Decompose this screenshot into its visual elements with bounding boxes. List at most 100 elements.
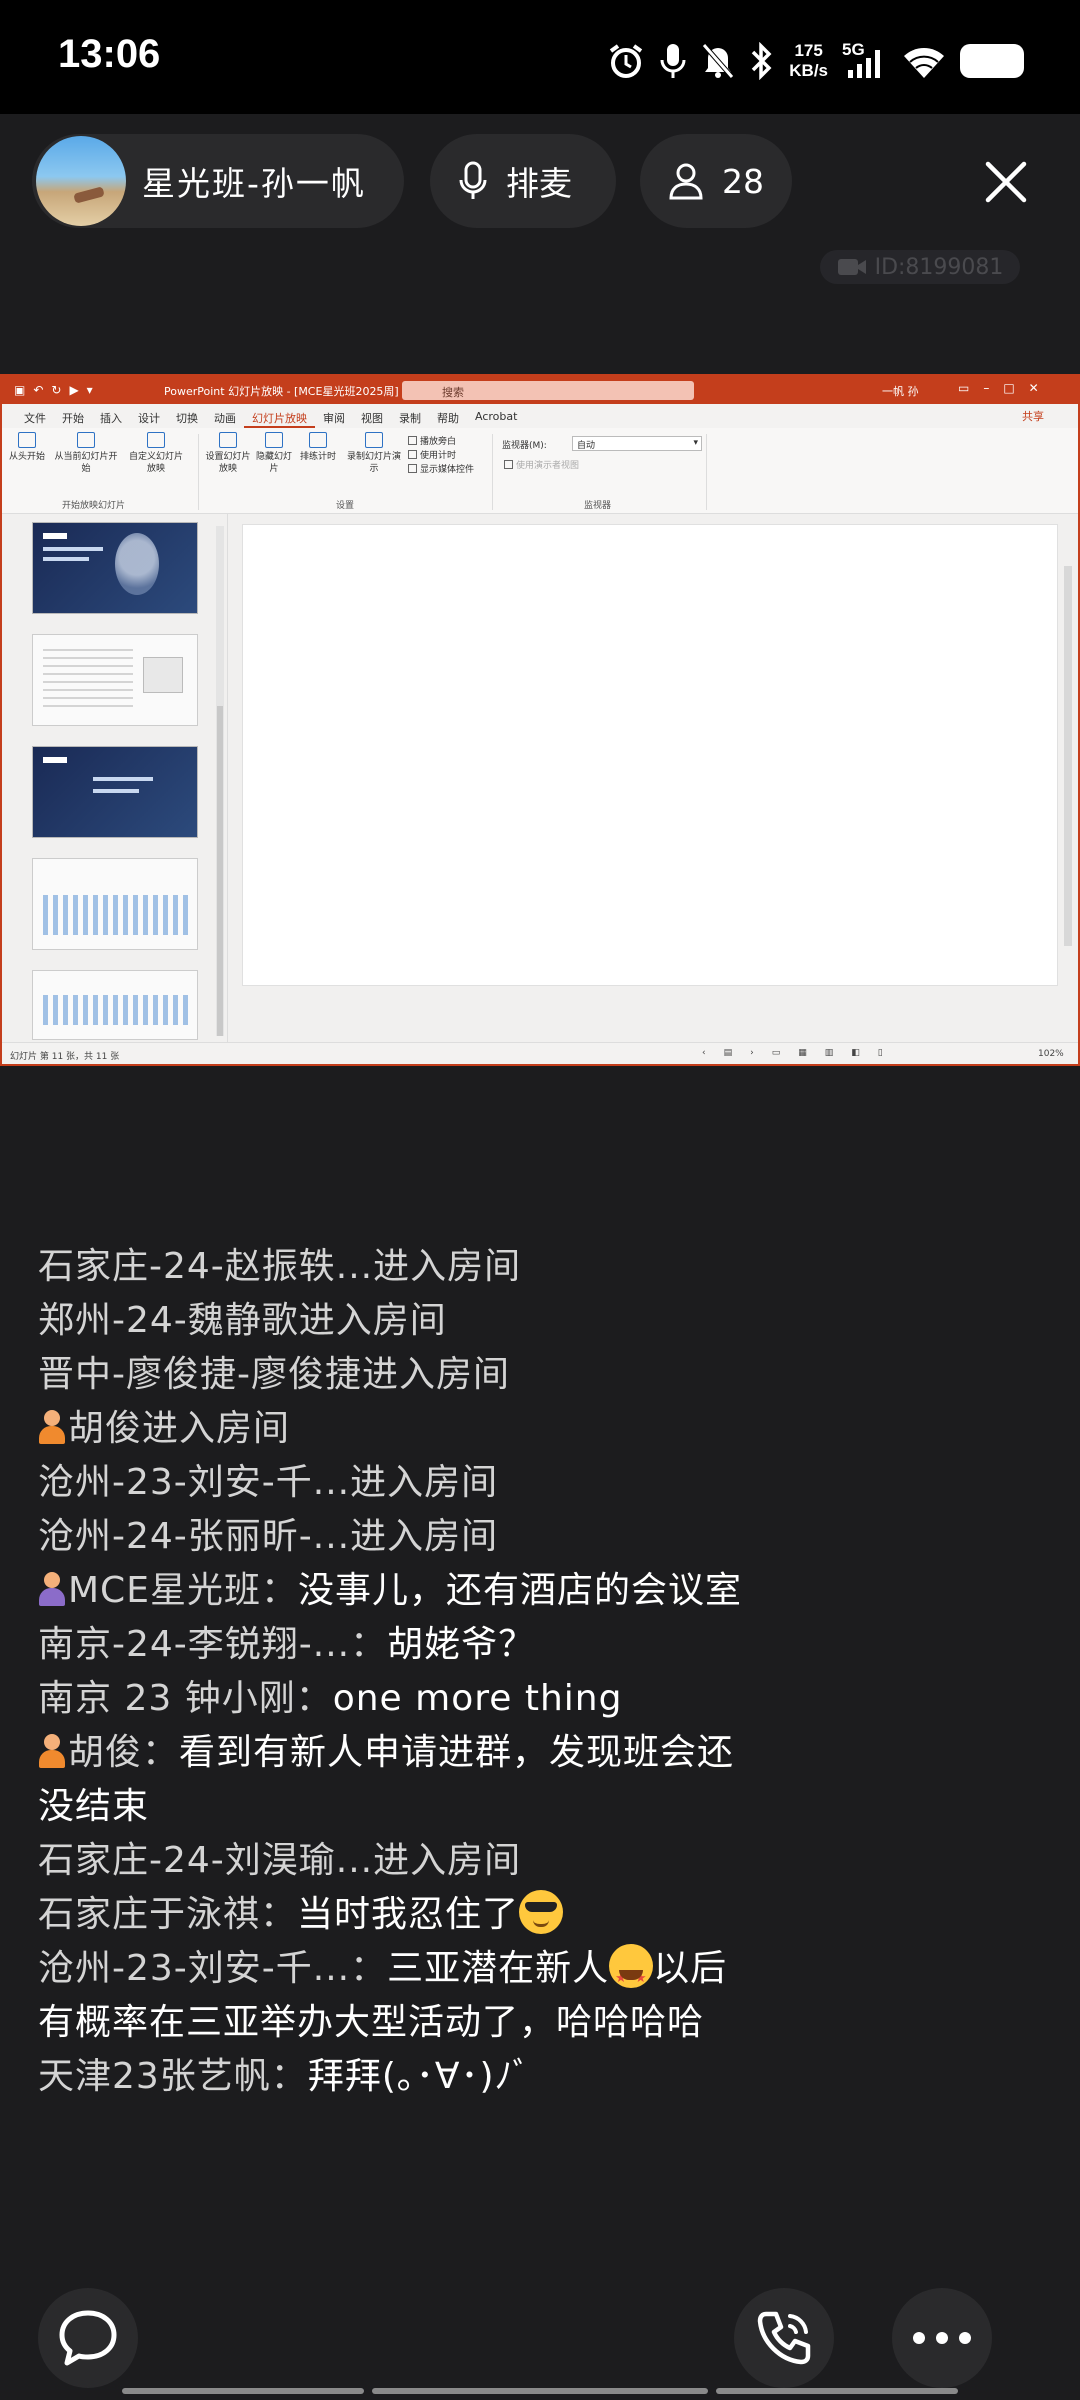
thumbnail-scrollbar[interactable] <box>216 526 224 1036</box>
host-name: 星光班-孙一帆 <box>142 164 366 203</box>
star-eyes-emoji-icon <box>609 1944 654 2006</box>
screen-share-powerpoint: ▣↶↻▶▾ PowerPoint 幻灯片放映 - [MCE星光班2025周] 搜… <box>0 374 1080 1066</box>
slide-counter: 幻灯片 第 11 张，共 11 张 <box>10 1052 120 1062</box>
call-button[interactable] <box>734 2288 834 2388</box>
slide-thumbnail[interactable] <box>32 634 198 726</box>
chat-text: 拜拜(｡･∀･)ﾉﾞ <box>307 2056 532 2097</box>
ppt-menu-bar: 文件 开始 插入 设计 切换 动画 幻灯片放映 审阅 视图 录制 帮助 Acrobat <box>2 404 1078 428</box>
chat-username[interactable]: 南京 23 钟小刚： <box>38 1678 333 1719</box>
monitor-select[interactable]: 自动 ▾ <box>572 436 702 451</box>
slide-canvas[interactable] <box>242 524 1058 986</box>
chat-text: 沧州-24-张丽昕-...进入房间 <box>38 1516 499 1557</box>
ppt-search-box[interactable]: 搜索 <box>402 381 694 400</box>
chat-text: 三亚潜在新人 <box>387 1948 610 1989</box>
ppt-menu-item[interactable]: 文件 <box>16 404 54 428</box>
ppt-menu-item[interactable]: 开始 <box>54 404 92 428</box>
host-avatar[interactable] <box>36 136 126 226</box>
chat-username[interactable]: 胡俊： <box>68 1732 179 1773</box>
chat-comment: 石家庄于泳祺：当时我忍住了 <box>38 1888 758 1942</box>
slide-thumbnail[interactable] <box>32 858 198 950</box>
chat-join-notice: 石家庄-24-赵振轶...进入房间 <box>38 1240 758 1294</box>
ribbon-separator <box>706 434 707 510</box>
nav-indicator <box>122 2388 364 2394</box>
ppt-ribbon: 从头开始 从当前幻灯片开始 自定义幻灯片放映 开始放映幻灯片 设置幻灯片放映 隐… <box>2 428 1078 514</box>
chat-username[interactable]: 沧州-23-刘安-千...： <box>38 1948 387 1989</box>
signal-icon: 5G <box>842 40 888 80</box>
chat-text: 郑州-24-魏静歌进入房间 <box>38 1300 447 1341</box>
narration-checkbox[interactable]: 播放旁白 <box>408 434 456 447</box>
slide-thumbnail[interactable] <box>32 970 198 1040</box>
ribbon-separator <box>198 434 199 510</box>
chat-join-notice: 胡俊进入房间 <box>38 1402 758 1456</box>
user-avatar-icon <box>38 1734 66 1768</box>
slide-thumbnail-pane <box>2 514 228 1044</box>
status-time: 13:06 <box>58 32 161 76</box>
hide-slide-button[interactable]: 隐藏幻灯片 <box>256 428 292 475</box>
mic-icon <box>660 44 686 78</box>
ppt-share-button[interactable]: 共享 <box>1022 408 1044 424</box>
view-buttons[interactable]: ‹▤›▭▦▥◧▯ <box>702 1048 901 1058</box>
chat-text: 沧州-23-刘安-千...进入房间 <box>38 1462 499 1503</box>
chat-text: 石家庄-24-赵振轶...进入房间 <box>38 1246 522 1287</box>
sunglasses-emoji-icon <box>519 1890 564 1934</box>
custom-show-button[interactable]: 自定义幻灯片放映 <box>126 428 186 475</box>
chat-text: one more thing <box>332 1678 623 1719</box>
window-controls[interactable]: ▭–□✕ <box>958 381 1053 395</box>
ppt-menu-item[interactable]: 幻灯片放映 <box>244 404 315 428</box>
media-controls-checkbox[interactable]: 显示媒体控件 <box>408 462 474 475</box>
mic-icon <box>459 161 487 199</box>
chat-comment: 南京 23 钟小刚：one more thing <box>38 1672 758 1726</box>
chat-username[interactable]: 石家庄于泳祺： <box>38 1894 297 1935</box>
chat-text: 胡姥爷？ <box>387 1624 536 1665</box>
ppt-user-name[interactable]: 一帆 孙 <box>882 383 919 399</box>
chat-comment: 胡俊：看到有新人申请进群，发现班会还没结束 <box>38 1726 758 1834</box>
slide-scrollbar[interactable] <box>1064 566 1072 946</box>
bluetooth-icon <box>752 42 772 80</box>
close-icon[interactable] <box>976 152 1036 212</box>
ppt-status-bar: 幻灯片 第 11 张，共 11 张 ‹▤›▭▦▥◧▯ 102% <box>2 1042 1078 1064</box>
chat-join-notice: 晋中-廖俊捷-廖俊捷进入房间 <box>38 1348 758 1402</box>
chat-text: 石家庄-24-刘淏瑜...进入房间 <box>38 1840 522 1881</box>
ppt-menu-item[interactable]: 切换 <box>168 404 206 428</box>
status-bar: 13:06 175 KB/s 5G <box>0 0 1080 114</box>
more-button[interactable] <box>892 2288 992 2388</box>
rehearse-button[interactable]: 排练计时 <box>296 428 340 463</box>
ppt-menu-item[interactable]: Acrobat <box>467 404 525 428</box>
slide-thumbnail[interactable] <box>32 522 198 614</box>
ribbon-separator <box>492 434 493 510</box>
ppt-menu-item[interactable]: 录制 <box>391 404 429 428</box>
host-info-pill[interactable]: 星光班-孙一帆 <box>32 134 404 228</box>
slide-thumbnail[interactable] <box>32 746 198 838</box>
from-start-button[interactable]: 从头开始 <box>8 428 46 463</box>
ppt-menu-item[interactable]: 动画 <box>206 404 244 428</box>
setup-show-button[interactable]: 设置幻灯片放映 <box>202 428 254 475</box>
ppt-menu-item[interactable]: 审阅 <box>315 404 353 428</box>
viewer-count-button[interactable]: 28 <box>640 134 792 228</box>
chat-comment: 天津23张艺帆：拜拜(｡･∀･)ﾉﾞ <box>38 2050 758 2104</box>
ppt-search-placeholder: 搜索 <box>442 386 464 399</box>
chat-join-notice: 石家庄-24-刘淏瑜...进入房间 <box>38 1834 758 1888</box>
mic-queue-label: 排麦 <box>506 164 572 203</box>
quick-access-icons[interactable]: ▣↶↻▶▾ <box>14 383 101 397</box>
record-button[interactable]: 录制幻灯片演示 <box>346 428 402 475</box>
chat-username[interactable]: 南京-24-李锐翔-...： <box>38 1624 387 1665</box>
chat-username[interactable]: MCE星光班： <box>68 1570 298 1611</box>
chat-comment: MCE星光班：没事儿，还有酒店的会议室 <box>38 1564 758 1618</box>
ppt-menu-item[interactable]: 视图 <box>353 404 391 428</box>
from-current-button[interactable]: 从当前幻灯片开始 <box>52 428 120 475</box>
ppt-menu-item[interactable]: 插入 <box>92 404 130 428</box>
ppt-menu-item[interactable]: 帮助 <box>429 404 467 428</box>
group-start-label: 开始放映幻灯片 <box>62 501 126 511</box>
comment-button[interactable] <box>38 2288 138 2388</box>
timing-checkbox[interactable]: 使用计时 <box>408 448 456 461</box>
room-id-badge: ID:8199081 <box>820 250 1020 284</box>
ppt-document-title: PowerPoint 幻灯片放映 - [MCE星光班2025周] <box>164 385 399 398</box>
presenter-view-checkbox[interactable]: 使用演示者视图 <box>504 458 579 471</box>
mic-queue-button[interactable]: 排麦 <box>430 134 616 228</box>
ppt-menu-item[interactable]: 设计 <box>130 404 168 428</box>
chat-username[interactable]: 天津23张艺帆： <box>38 2056 308 2097</box>
chat-message-list: 石家庄-24-赵振轶...进入房间 郑州-24-魏静歌进入房间晋中-廖俊捷-廖俊捷… <box>38 1240 758 2104</box>
wifi-icon <box>904 48 944 78</box>
room-id: ID:8199081 <box>874 254 1004 280</box>
battery-icon <box>960 44 1024 78</box>
